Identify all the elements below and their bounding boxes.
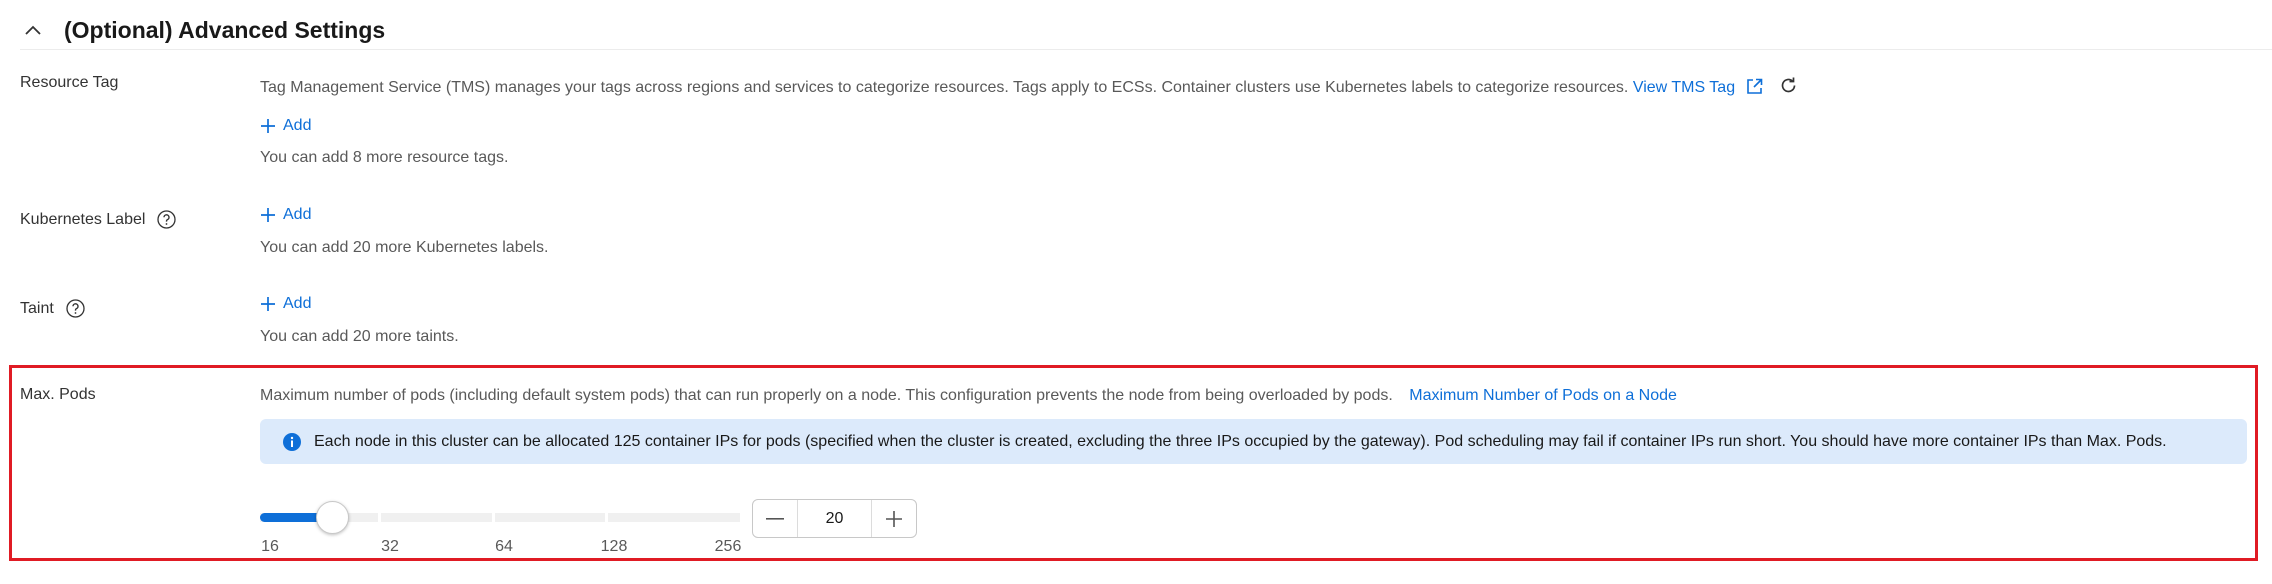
resource-tag-description-text: Tag Management Service (TMS) manages you…: [260, 79, 1629, 96]
slider-tick-label: 128: [600, 538, 628, 555]
slider-segment[interactable]: [608, 513, 740, 522]
chevron-up-icon[interactable]: [22, 19, 44, 41]
max-pods-slider[interactable]: [260, 501, 740, 534]
max-pods-label: Max. Pods: [20, 386, 96, 404]
max-pods-info-alert: Each node in this cluster can be allocat…: [260, 419, 2247, 464]
info-text: Each node in this cluster can be allocat…: [314, 432, 2167, 450]
max-pods-stepper[interactable]: 20: [752, 499, 917, 538]
max-pods-description: Maximum number of pods (including defaul…: [260, 387, 1677, 405]
decrement-button[interactable]: [753, 500, 797, 537]
increment-button[interactable]: [872, 500, 916, 537]
slider-segment[interactable]: [495, 513, 605, 522]
kubernetes-label-hint: You can add 20 more Kubernetes labels.: [260, 239, 549, 256]
resource-tag-label: Resource Tag: [20, 74, 118, 92]
max-pods-input[interactable]: 20: [797, 500, 872, 537]
taint-label-text: Taint: [20, 299, 54, 317]
max-pods-doc-link[interactable]: Maximum Number of Pods on a Node: [1409, 387, 1677, 404]
add-label[interactable]: Add: [283, 206, 311, 224]
slider-tick-label: 256: [714, 538, 742, 555]
slider-tick-label: 64: [495, 538, 513, 555]
kubernetes-label-text: Kubernetes Label: [20, 210, 146, 228]
add-label[interactable]: Add: [283, 295, 311, 313]
help-icon[interactable]: [66, 299, 85, 318]
minus-icon: [766, 517, 784, 520]
add-kubernetes-label-button[interactable]: Add: [260, 206, 311, 224]
add-label[interactable]: Add: [283, 117, 311, 135]
taint-hint: You can add 20 more taints.: [260, 328, 459, 345]
section-divider: [20, 49, 2272, 50]
resource-tag-description: Tag Management Service (TMS) manages you…: [260, 76, 1798, 100]
info-icon: [283, 432, 301, 451]
add-resource-tag-button[interactable]: Add: [260, 117, 311, 135]
plus-icon: [886, 510, 902, 527]
max-pods-description-text: Maximum number of pods (including defaul…: [260, 387, 1393, 404]
slider-tick-label: 16: [261, 538, 279, 555]
plus-icon: [261, 297, 275, 311]
advanced-settings-header[interactable]: (Optional) Advanced Settings: [22, 10, 385, 50]
view-tms-tag-link-text[interactable]: View TMS Tag: [1633, 79, 1735, 96]
slider-thumb[interactable]: [315, 501, 349, 534]
external-link-icon[interactable]: [1746, 78, 1763, 100]
taint-label: Taint: [20, 299, 85, 318]
slider-tick-label: 32: [381, 538, 399, 555]
refresh-icon[interactable]: [1779, 76, 1798, 100]
plus-icon: [261, 208, 275, 222]
resource-tag-hint: You can add 8 more resource tags.: [260, 149, 509, 166]
plus-icon: [261, 119, 275, 133]
slider-segment[interactable]: [381, 513, 492, 522]
add-taint-button[interactable]: Add: [260, 295, 311, 313]
max-pods-label-text: Max. Pods: [20, 386, 96, 403]
resource-tag-label-text: Resource Tag: [20, 74, 119, 91]
section-title: (Optional) Advanced Settings: [64, 16, 386, 43]
view-tms-tag-link[interactable]: View TMS Tag: [1633, 79, 1735, 96]
kubernetes-label-label: Kubernetes Label: [20, 210, 177, 229]
help-icon[interactable]: [157, 210, 177, 229]
